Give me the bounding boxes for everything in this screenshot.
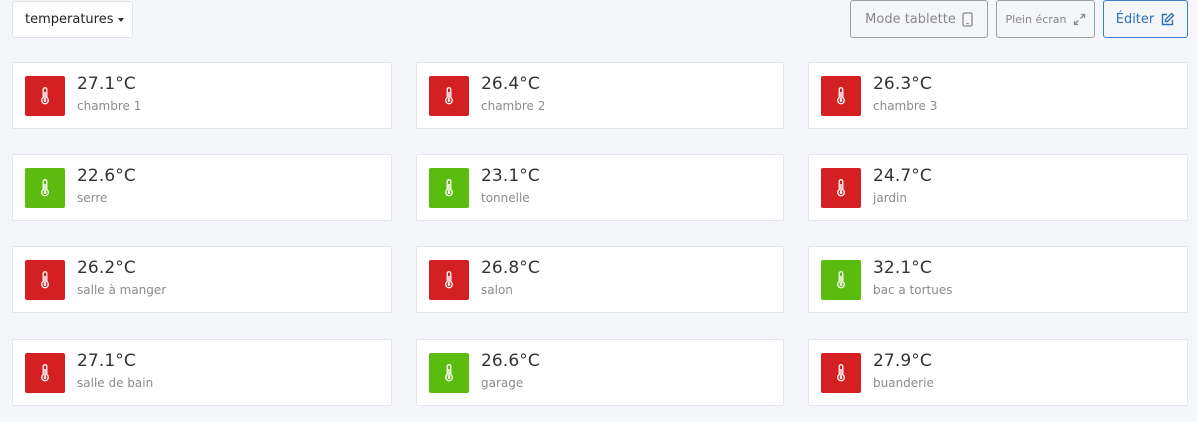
sensor-card[interactable]: 24.7°C jardin [808,154,1188,221]
fullscreen-button[interactable]: Plein écran [996,0,1095,38]
thermometer-icon [25,260,65,300]
tablet-mode-button[interactable]: Mode tablette [850,0,988,38]
sensor-value: 26.8°C [481,258,540,278]
thermometer-icon [821,260,861,300]
thermometer-icon [429,76,469,116]
sensor-value: 32.1°C [873,258,932,278]
sensor-value: 26.4°C [481,74,540,94]
thermometer-icon [429,353,469,393]
sensor-value: 24.7°C [873,166,932,186]
dashboard-select-label: temperatures [25,12,114,27]
sensor-value: 26.3°C [873,74,932,94]
sensor-label: jardin [873,191,907,205]
expand-icon [1073,13,1086,26]
sensor-card[interactable]: 26.6°C garage [416,339,784,406]
sensor-card[interactable]: 23.1°C tonnelle [416,154,784,221]
edit-label: Éditer [1115,11,1155,27]
thermometer-icon [25,168,65,208]
caret-down-icon [117,17,124,22]
thermometer-icon [429,168,469,208]
thermometer-icon [821,168,861,208]
fullscreen-label: Plein écran [1005,12,1067,26]
sensor-card[interactable]: 27.1°C salle de bain [12,339,392,406]
edit-button[interactable]: Éditer [1103,0,1188,38]
sensor-card[interactable]: 27.1°C chambre 1 [12,62,392,129]
sensor-label: buanderie [873,376,934,390]
sensor-label: chambre 1 [77,99,142,113]
thermometer-icon [25,353,65,393]
sensor-label: tonnelle [481,191,530,205]
sensor-card[interactable]: 22.6°C serre [12,154,392,221]
edit-icon [1160,12,1175,27]
sensor-label: serre [77,191,108,205]
thermometer-icon [25,76,65,116]
sensor-card[interactable]: 27.9°C buanderie [808,339,1188,406]
sensor-card[interactable]: 26.2°C salle à manger [12,246,392,313]
sensor-value: 27.1°C [77,74,136,94]
sensor-value: 27.1°C [77,351,136,371]
thermometer-icon [821,76,861,116]
sensor-value: 26.2°C [77,258,136,278]
sensor-label: bac a tortues [873,283,953,297]
sensor-card[interactable]: 32.1°C bac a tortues [808,246,1188,313]
dashboard-select[interactable]: temperatures [12,1,133,38]
sensor-card[interactable]: 26.3°C chambre 3 [808,62,1188,129]
sensor-label: salle de bain [77,376,154,390]
sensor-value: 23.1°C [481,166,540,186]
sensor-value: 26.6°C [481,351,540,371]
sensor-label: garage [481,376,524,390]
sensor-label: chambre 2 [481,99,546,113]
thermometer-icon [429,260,469,300]
thermometer-icon [821,353,861,393]
sensor-value: 22.6°C [77,166,136,186]
tablet-icon [962,11,973,27]
sensor-label: salon [481,283,513,297]
sensor-label: salle à manger [77,283,167,297]
sensor-card[interactable]: 26.4°C chambre 2 [416,62,784,129]
sensor-value: 27.9°C [873,351,932,371]
tablet-mode-label: Mode tablette [865,11,956,27]
sensor-label: chambre 3 [873,99,938,113]
sensor-card[interactable]: 26.8°C salon [416,246,784,313]
